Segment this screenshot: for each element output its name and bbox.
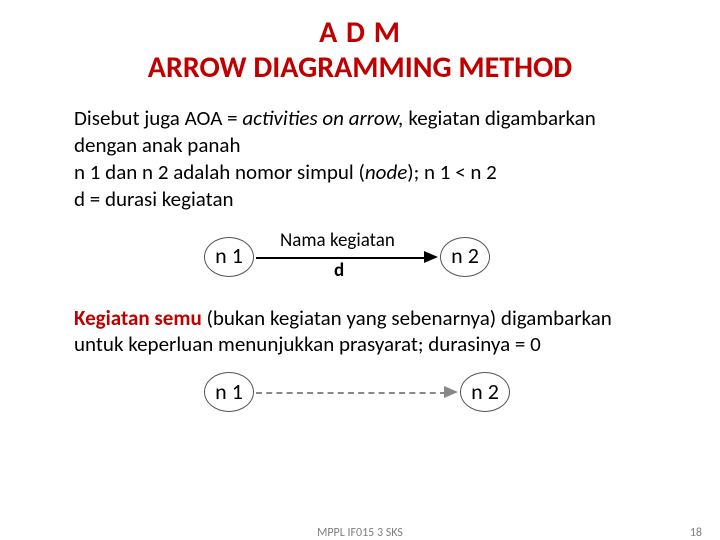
title-line1: A D M bbox=[0, 16, 720, 51]
diagram-activity-arrow: n 1 Nama kegiatan d n 2 bbox=[74, 219, 658, 299]
node-n1-label: n 1 bbox=[215, 242, 243, 270]
paragraph-1: Disebut juga AOA = activities on arrow, … bbox=[74, 105, 658, 159]
dummy-node-n1: n 1 bbox=[204, 372, 254, 412]
dummy-node-n2: n 2 bbox=[460, 372, 510, 412]
paragraph-2: n 1 dan n 2 adalah nomor simpul (node); … bbox=[74, 159, 658, 186]
p1-text-a: Disebut juga AOA = bbox=[74, 105, 242, 131]
p1-italic: activities on arrow, bbox=[242, 105, 403, 131]
dummy-arrowhead-icon bbox=[444, 386, 458, 398]
footer-center-text: MPPL IF015 3 SKS bbox=[0, 526, 720, 540]
p2-text-a: n 1 dan n 2 adalah nomor simpul ( bbox=[74, 159, 365, 185]
page-number: 18 bbox=[690, 526, 702, 540]
p4-term: Kegiatan semu bbox=[74, 305, 202, 331]
node-n2: n 2 bbox=[440, 237, 490, 277]
dummy-node-n1-label: n 1 bbox=[215, 378, 243, 406]
node-n2-label: n 2 bbox=[451, 242, 479, 270]
slide-title: A D M ARROW DIAGRAMMING METHOD bbox=[0, 0, 720, 85]
diagram-dummy-activity: n 1 n 2 bbox=[74, 364, 658, 424]
duration-label: d bbox=[334, 259, 344, 283]
dummy-node-n2-label: n 2 bbox=[471, 378, 499, 406]
paragraph-3: d = durasi kegiatan bbox=[74, 186, 658, 213]
node-n1: n 1 bbox=[204, 237, 254, 277]
arrowhead-icon bbox=[424, 251, 438, 263]
slide-body: Disebut juga AOA = activities on arrow, … bbox=[0, 85, 720, 424]
p2-italic: node bbox=[365, 159, 407, 185]
activity-name-label: Nama kegiatan bbox=[280, 229, 395, 253]
dummy-arrow bbox=[256, 392, 446, 394]
p2-text-c: ); n 1 < n 2 bbox=[407, 159, 497, 185]
paragraph-4: Kegiatan semu (bukan kegiatan yang seben… bbox=[74, 305, 658, 359]
title-line2: ARROW DIAGRAMMING METHOD bbox=[0, 51, 720, 86]
